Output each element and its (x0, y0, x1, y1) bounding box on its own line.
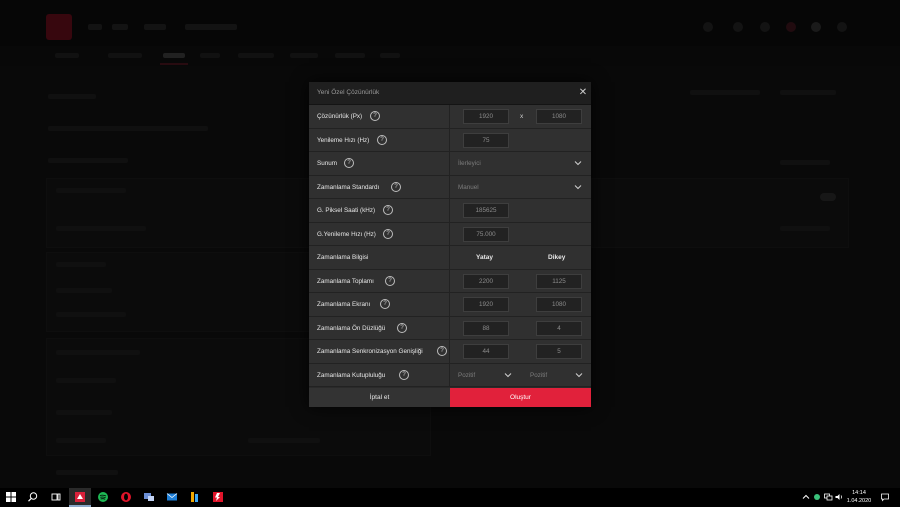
label-cell: Zamanlama Toplamı ? (309, 269, 450, 292)
timing-front-porch-row: Zamanlama Ön Düzlüğü ? 88 4 (309, 316, 591, 340)
chevron-down-icon[interactable] (574, 183, 582, 191)
help-icon[interactable]: ? (383, 228, 393, 239)
timing-total-label: Zamanlama Toplamı (317, 277, 374, 285)
taskbar: 14:14 1.04.2020 (0, 488, 900, 507)
help-icon[interactable]: ? (397, 322, 407, 333)
notification-center-icon[interactable] (880, 492, 890, 502)
windows-start-icon[interactable] (0, 488, 22, 507)
presentation-dropdown[interactable]: İlerleyici (458, 160, 481, 167)
help-icon[interactable]: ? (437, 346, 447, 356)
timing-standard-dropdown[interactable]: Manuel (458, 184, 479, 191)
timing-standard-row: Zamanlama Standardı ? Manuel (309, 175, 591, 199)
label-cell: Yenileme Hızı (Hz) ? (309, 128, 450, 151)
radeon-software-icon[interactable] (207, 488, 229, 507)
resolution-separator: x (520, 113, 524, 120)
horizontal-column-header: Yatay (476, 254, 493, 261)
refresh-rate-row: Yenileme Hızı (Hz) ? 75 (309, 128, 591, 152)
label-cell: Zamanlama Bilgisi (309, 246, 450, 269)
timing-screen-row: Zamanlama Ekranı ? 1920 1080 (309, 293, 591, 317)
timing-polarity-horizontal-dropdown[interactable]: Pozitif (458, 372, 475, 379)
label-cell: Zamanlama Ekranı ? (309, 293, 450, 316)
label-cell: G. Piksel Saati (kHz) ? (309, 199, 450, 222)
label-cell: Zamanlama Ön Düzlüğü ? (309, 316, 450, 339)
dialog-title: Yeni Özel Çözünürlük (317, 89, 380, 96)
help-icon[interactable]: ? (391, 181, 401, 192)
timing-sync-width-row: Zamanlama Senkronizasyon Genişliği ? 44 … (309, 340, 591, 364)
timing-polarity-vertical-dropdown[interactable]: Pozitif (530, 372, 547, 379)
help-icon[interactable]: ? (370, 111, 380, 121)
timing-total-vertical-input[interactable]: 1125 (536, 273, 582, 289)
close-icon[interactable]: ✕ (577, 87, 589, 99)
spotify-icon[interactable] (92, 488, 114, 507)
pixel-clock-input[interactable]: 185625 (463, 203, 509, 218)
mail-icon[interactable] (161, 488, 183, 507)
help-icon[interactable]: ? (377, 134, 387, 145)
status-dot-icon[interactable] (812, 492, 822, 502)
vertical-column-header: Dikey (548, 254, 566, 261)
g-refresh-rate-row: G.Yenileme Hızı (Hz) ? 75.000 (309, 222, 591, 246)
timing-polarity-row: Zamanlama Kutupluluğu ? Pozitif Pozitif (309, 363, 591, 387)
help-icon[interactable]: ? (380, 299, 390, 309)
taskbar-clock[interactable]: 14:14 1.04.2020 (843, 489, 875, 505)
timing-polarity-label: Zamanlama Kutupluluğu (317, 371, 386, 379)
new-custom-resolution-dialog: Yeni Özel Çözünürlük ✕ Çözünürlük (Px) ?… (309, 82, 591, 407)
label-cell: Çözünürlük (Px) ? (309, 105, 450, 128)
chevron-down-icon[interactable] (575, 371, 583, 379)
help-icon[interactable]: ? (344, 158, 354, 168)
help-icon[interactable]: ? (385, 275, 395, 286)
timing-screen-horizontal-input[interactable]: 1920 (463, 297, 509, 312)
timing-total-row: Zamanlama Toplamı ? 2200 1125 (309, 269, 591, 293)
g-refresh-rate-label: G.Yenileme Hızı (Hz) (317, 230, 376, 238)
timing-standard-label: Zamanlama Standardı (317, 183, 380, 191)
network-app-icon[interactable] (138, 488, 160, 507)
timing-screen-vertical-input[interactable]: 1080 (536, 297, 582, 312)
presentation-row: Sunum ? İlerleyici (309, 152, 591, 176)
search-icon[interactable] (22, 488, 44, 507)
game-app-icon[interactable] (184, 488, 206, 507)
timing-sync-width-horizontal-input[interactable]: 44 (463, 344, 509, 359)
timing-sync-width-vertical-input[interactable]: 5 (536, 344, 582, 359)
amd-radeon-app-icon[interactable] (69, 488, 91, 507)
chevron-down-icon[interactable] (504, 371, 512, 379)
timing-front-porch-horizontal-input[interactable]: 88 (463, 320, 509, 336)
presentation-label: Sunum (317, 160, 337, 167)
timing-info-label: Zamanlama Bilgisi (317, 254, 369, 261)
task-view-icon[interactable] (45, 488, 67, 507)
pixel-clock-row: G. Piksel Saati (kHz) ? 185625 (309, 199, 591, 223)
network-icon[interactable] (823, 492, 833, 502)
label-cell: Sunum ? (309, 152, 450, 175)
refresh-rate-label: Yenileme Hızı (Hz) (317, 136, 370, 144)
resolution-label: Çözünürlük (Px) (317, 113, 363, 120)
timing-info-row: Zamanlama Bilgisi Yatay Dikey (309, 246, 591, 270)
resolution-height-input[interactable]: 1080 (536, 109, 582, 124)
timing-front-porch-label: Zamanlama Ön Düzlüğü (317, 324, 386, 332)
cancel-button[interactable]: İptal et (309, 388, 450, 407)
clock-time: 14:14 (852, 490, 866, 496)
pixel-clock-label: G. Piksel Saati (kHz) (317, 207, 376, 214)
timing-front-porch-vertical-input[interactable]: 4 (536, 320, 582, 336)
help-icon[interactable]: ? (383, 205, 393, 215)
help-icon[interactable]: ? (399, 369, 409, 380)
resolution-width-input[interactable]: 1920 (463, 109, 509, 124)
clock-date: 1.04.2020 (846, 498, 872, 504)
show-hidden-icons-chevron-up-icon[interactable] (801, 492, 811, 502)
opera-icon[interactable] (115, 488, 137, 507)
label-cell: Zamanlama Kutupluluğu ? (309, 363, 450, 386)
refresh-rate-input[interactable]: 75 (463, 132, 509, 148)
dialog-header: Yeni Özel Çözünürlük ✕ (309, 82, 591, 105)
label-cell: G.Yenileme Hızı (Hz) ? (309, 222, 450, 245)
timing-sync-width-label: Zamanlama Senkronizasyon Genişliği (317, 348, 423, 355)
create-button[interactable]: Oluştur (450, 388, 591, 407)
timing-total-horizontal-input[interactable]: 2200 (463, 273, 509, 289)
label-cell: Zamanlama Senkronizasyon Genişliği ? (309, 340, 450, 363)
resolution-row: Çözünürlük (Px) ? 1920 x 1080 (309, 105, 591, 129)
g-refresh-rate-input[interactable]: 75.000 (463, 226, 509, 242)
timing-screen-label: Zamanlama Ekranı (317, 301, 371, 308)
label-cell: Zamanlama Standardı ? (309, 175, 450, 198)
chevron-down-icon[interactable] (574, 159, 582, 167)
